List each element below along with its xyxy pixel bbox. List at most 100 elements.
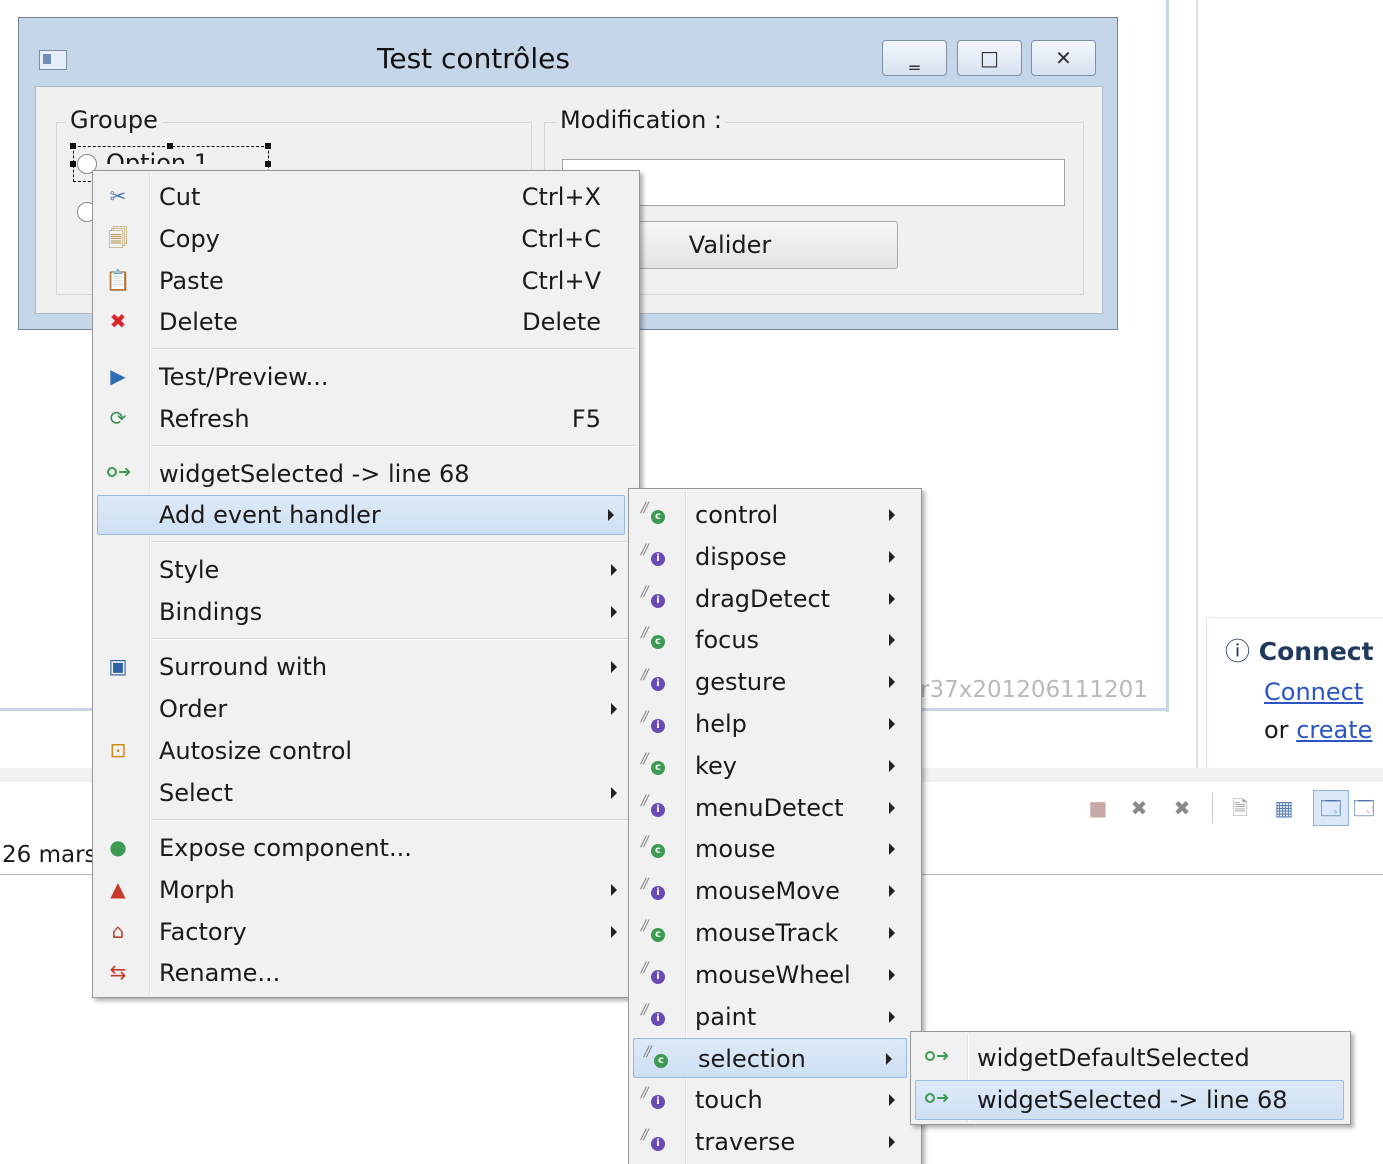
menu-item-event-menudetect[interactable]: //i menuDetect xyxy=(631,788,919,828)
menu-item-event-traverse[interactable]: //i traverse xyxy=(631,1122,919,1162)
menu-item-label: widgetDefaultSelected xyxy=(977,1044,1250,1072)
menu-item-factory[interactable]: ⌂ Factory xyxy=(95,912,637,952)
menu-item-label: key xyxy=(695,751,738,780)
submenu-arrow-icon xyxy=(611,926,617,938)
menu-item-label: Surround with xyxy=(159,653,328,681)
menu-item-add-event-handler[interactable]: Add event handler xyxy=(97,495,625,535)
menu-item-label: focus xyxy=(695,626,760,655)
submenu-arrow-icon xyxy=(889,1094,895,1107)
window-app-icon xyxy=(39,50,67,70)
stop-icon[interactable]: ■ xyxy=(1086,796,1110,820)
menu-item-label: Order xyxy=(159,695,228,723)
menu-item-event-dispose[interactable]: //i dispose xyxy=(631,537,919,577)
submenu-arrow-icon xyxy=(889,1010,895,1023)
menu-item-label: Autosize control xyxy=(159,737,353,765)
menu-item-rename[interactable]: ⇆ Rename... xyxy=(95,953,637,993)
menu-item-event-help[interactable]: //i help xyxy=(631,704,919,744)
menu-item-label: Expose component... xyxy=(159,834,412,862)
close-button[interactable]: ✕ xyxy=(1031,40,1096,76)
menu-item-event-touch[interactable]: //i touch xyxy=(631,1080,919,1120)
menu-separator xyxy=(151,819,635,821)
menu-item-event-selection[interactable]: //c selection xyxy=(633,1038,907,1079)
menu-item-event-dragdetect[interactable]: //i dragDetect xyxy=(631,579,919,619)
menu-item-event-key[interactable]: //c key xyxy=(631,746,919,786)
selection-handle[interactable] xyxy=(265,143,271,149)
menu-item-bindings[interactable]: Bindings xyxy=(95,592,637,632)
menu-item-delete[interactable]: ✖ Delete Delete xyxy=(95,302,637,342)
menu-item-event-gesture[interactable]: //i gesture xyxy=(631,662,919,702)
submenu-arrow-icon xyxy=(889,801,895,814)
menu-item-label: Paste xyxy=(159,267,224,295)
menu-item-select[interactable]: Select xyxy=(95,773,637,813)
menu-item-label: dispose xyxy=(695,542,787,571)
scissors-icon: ✂ xyxy=(109,184,127,208)
submenu-arrow-icon xyxy=(889,676,895,689)
paste-icon: 📋 xyxy=(105,268,131,292)
menu-item-label: touch xyxy=(695,1086,763,1115)
menu-item-autosize-control[interactable]: ⊡ Autosize control xyxy=(95,731,637,771)
method-icon: ➜ xyxy=(925,1046,951,1065)
menu-item-copy[interactable]: 🗐 Copy Ctrl+C xyxy=(95,219,637,259)
selection-handle[interactable] xyxy=(70,143,76,149)
copy-icon: 🗐 xyxy=(108,226,128,250)
menu-item-label: selection xyxy=(698,1045,806,1074)
menu-item-label: Add event handler xyxy=(159,501,381,529)
menu-item-test-preview[interactable]: ▶ Test/Preview... xyxy=(95,357,637,397)
remove-all-icon[interactable]: ✖ xyxy=(1170,796,1194,820)
menu-item-style[interactable]: Style xyxy=(95,550,637,590)
version-text: r37x201206111201 xyxy=(920,677,1148,703)
create-link[interactable]: create xyxy=(1296,716,1372,744)
group-label: Groupe xyxy=(66,106,162,134)
submenu-arrow-icon xyxy=(889,550,895,563)
selection-handle[interactable] xyxy=(167,143,173,149)
menu-item-event-paint[interactable]: //i paint xyxy=(631,997,919,1037)
display-icon[interactable]: 🗔 xyxy=(1352,796,1376,820)
remove-icon[interactable]: ✖ xyxy=(1127,796,1151,820)
menu-item-label: mouseMove xyxy=(695,877,840,906)
selection-handle[interactable] xyxy=(265,161,271,167)
menu-item-label: Factory xyxy=(159,918,247,946)
minimize-button[interactable]: ‗ xyxy=(882,40,947,76)
document-icon[interactable]: 🗎 xyxy=(1228,796,1252,820)
menu-item-event-mousemove[interactable]: //i mouseMove xyxy=(631,871,919,911)
menu-item-order[interactable]: Order xyxy=(95,689,637,729)
maximize-button[interactable]: □ xyxy=(957,40,1022,76)
menu-item-label: widgetSelected -> line 68 xyxy=(159,460,470,488)
menu-item-widget-selected-line68[interactable]: ➜ widgetSelected -> line 68 xyxy=(915,1080,1344,1120)
selection-handle[interactable] xyxy=(70,161,76,167)
or-text: or xyxy=(1264,716,1289,744)
menu-item-event-focus[interactable]: //c focus xyxy=(631,620,919,660)
menu-item-label: Style xyxy=(159,556,220,584)
lock-view-icon[interactable]: ▦ xyxy=(1272,796,1296,820)
menu-item-label: Select xyxy=(159,779,234,807)
submenu-arrow-icon xyxy=(889,968,895,981)
event-listener-icon: //i xyxy=(641,584,667,612)
submenu-arrow-icon xyxy=(889,509,895,521)
event-listener-icon: //c xyxy=(641,625,667,653)
submenu-arrow-icon xyxy=(889,885,895,898)
event-listener-icon: //c xyxy=(641,751,667,779)
autosize-icon: ⊡ xyxy=(109,738,127,762)
console-icon[interactable]: 🗔 xyxy=(1313,790,1349,826)
menu-item-expose-component[interactable]: ● Expose component... xyxy=(95,828,637,868)
menu-item-widget-selected[interactable]: ➜ widgetSelected -> line 68 xyxy=(95,454,637,494)
event-listener-icon: //i xyxy=(641,1127,667,1155)
menu-item-event-control[interactable]: //c control xyxy=(631,495,919,535)
refresh-icon: ⟳ xyxy=(109,406,127,430)
info-title: ⓘ Connect xyxy=(1225,632,1374,668)
menu-item-event-mouse[interactable]: //c mouse xyxy=(631,829,919,869)
menu-item-cut[interactable]: ✂ Cut Ctrl+X xyxy=(95,177,637,217)
event-handler-submenu: //c control //i dispose //i dragDetect //c focu… xyxy=(628,488,922,1164)
menu-item-shortcut: F5 xyxy=(571,405,601,433)
submenu-arrow-icon xyxy=(608,509,614,521)
menu-item-surround-with[interactable]: ▣ Surround with xyxy=(95,647,637,687)
menu-item-widget-default-selected[interactable]: ➜ widgetDefaultSelected xyxy=(913,1038,1348,1078)
connect-link[interactable]: Connect xyxy=(1264,678,1363,706)
menu-item-paste[interactable]: 📋 Paste Ctrl+V xyxy=(95,261,637,301)
rename-icon: ⇆ xyxy=(109,960,127,984)
menu-item-morph[interactable]: ▲ Morph xyxy=(95,870,637,910)
menu-item-event-mousewheel[interactable]: //i mouseWheel xyxy=(631,955,919,995)
menu-item-event-mousetrack[interactable]: //c mouseTrack xyxy=(631,913,919,953)
menu-item-refresh[interactable]: ⟳ Refresh F5 xyxy=(95,399,637,439)
expose-icon: ● xyxy=(109,835,127,859)
